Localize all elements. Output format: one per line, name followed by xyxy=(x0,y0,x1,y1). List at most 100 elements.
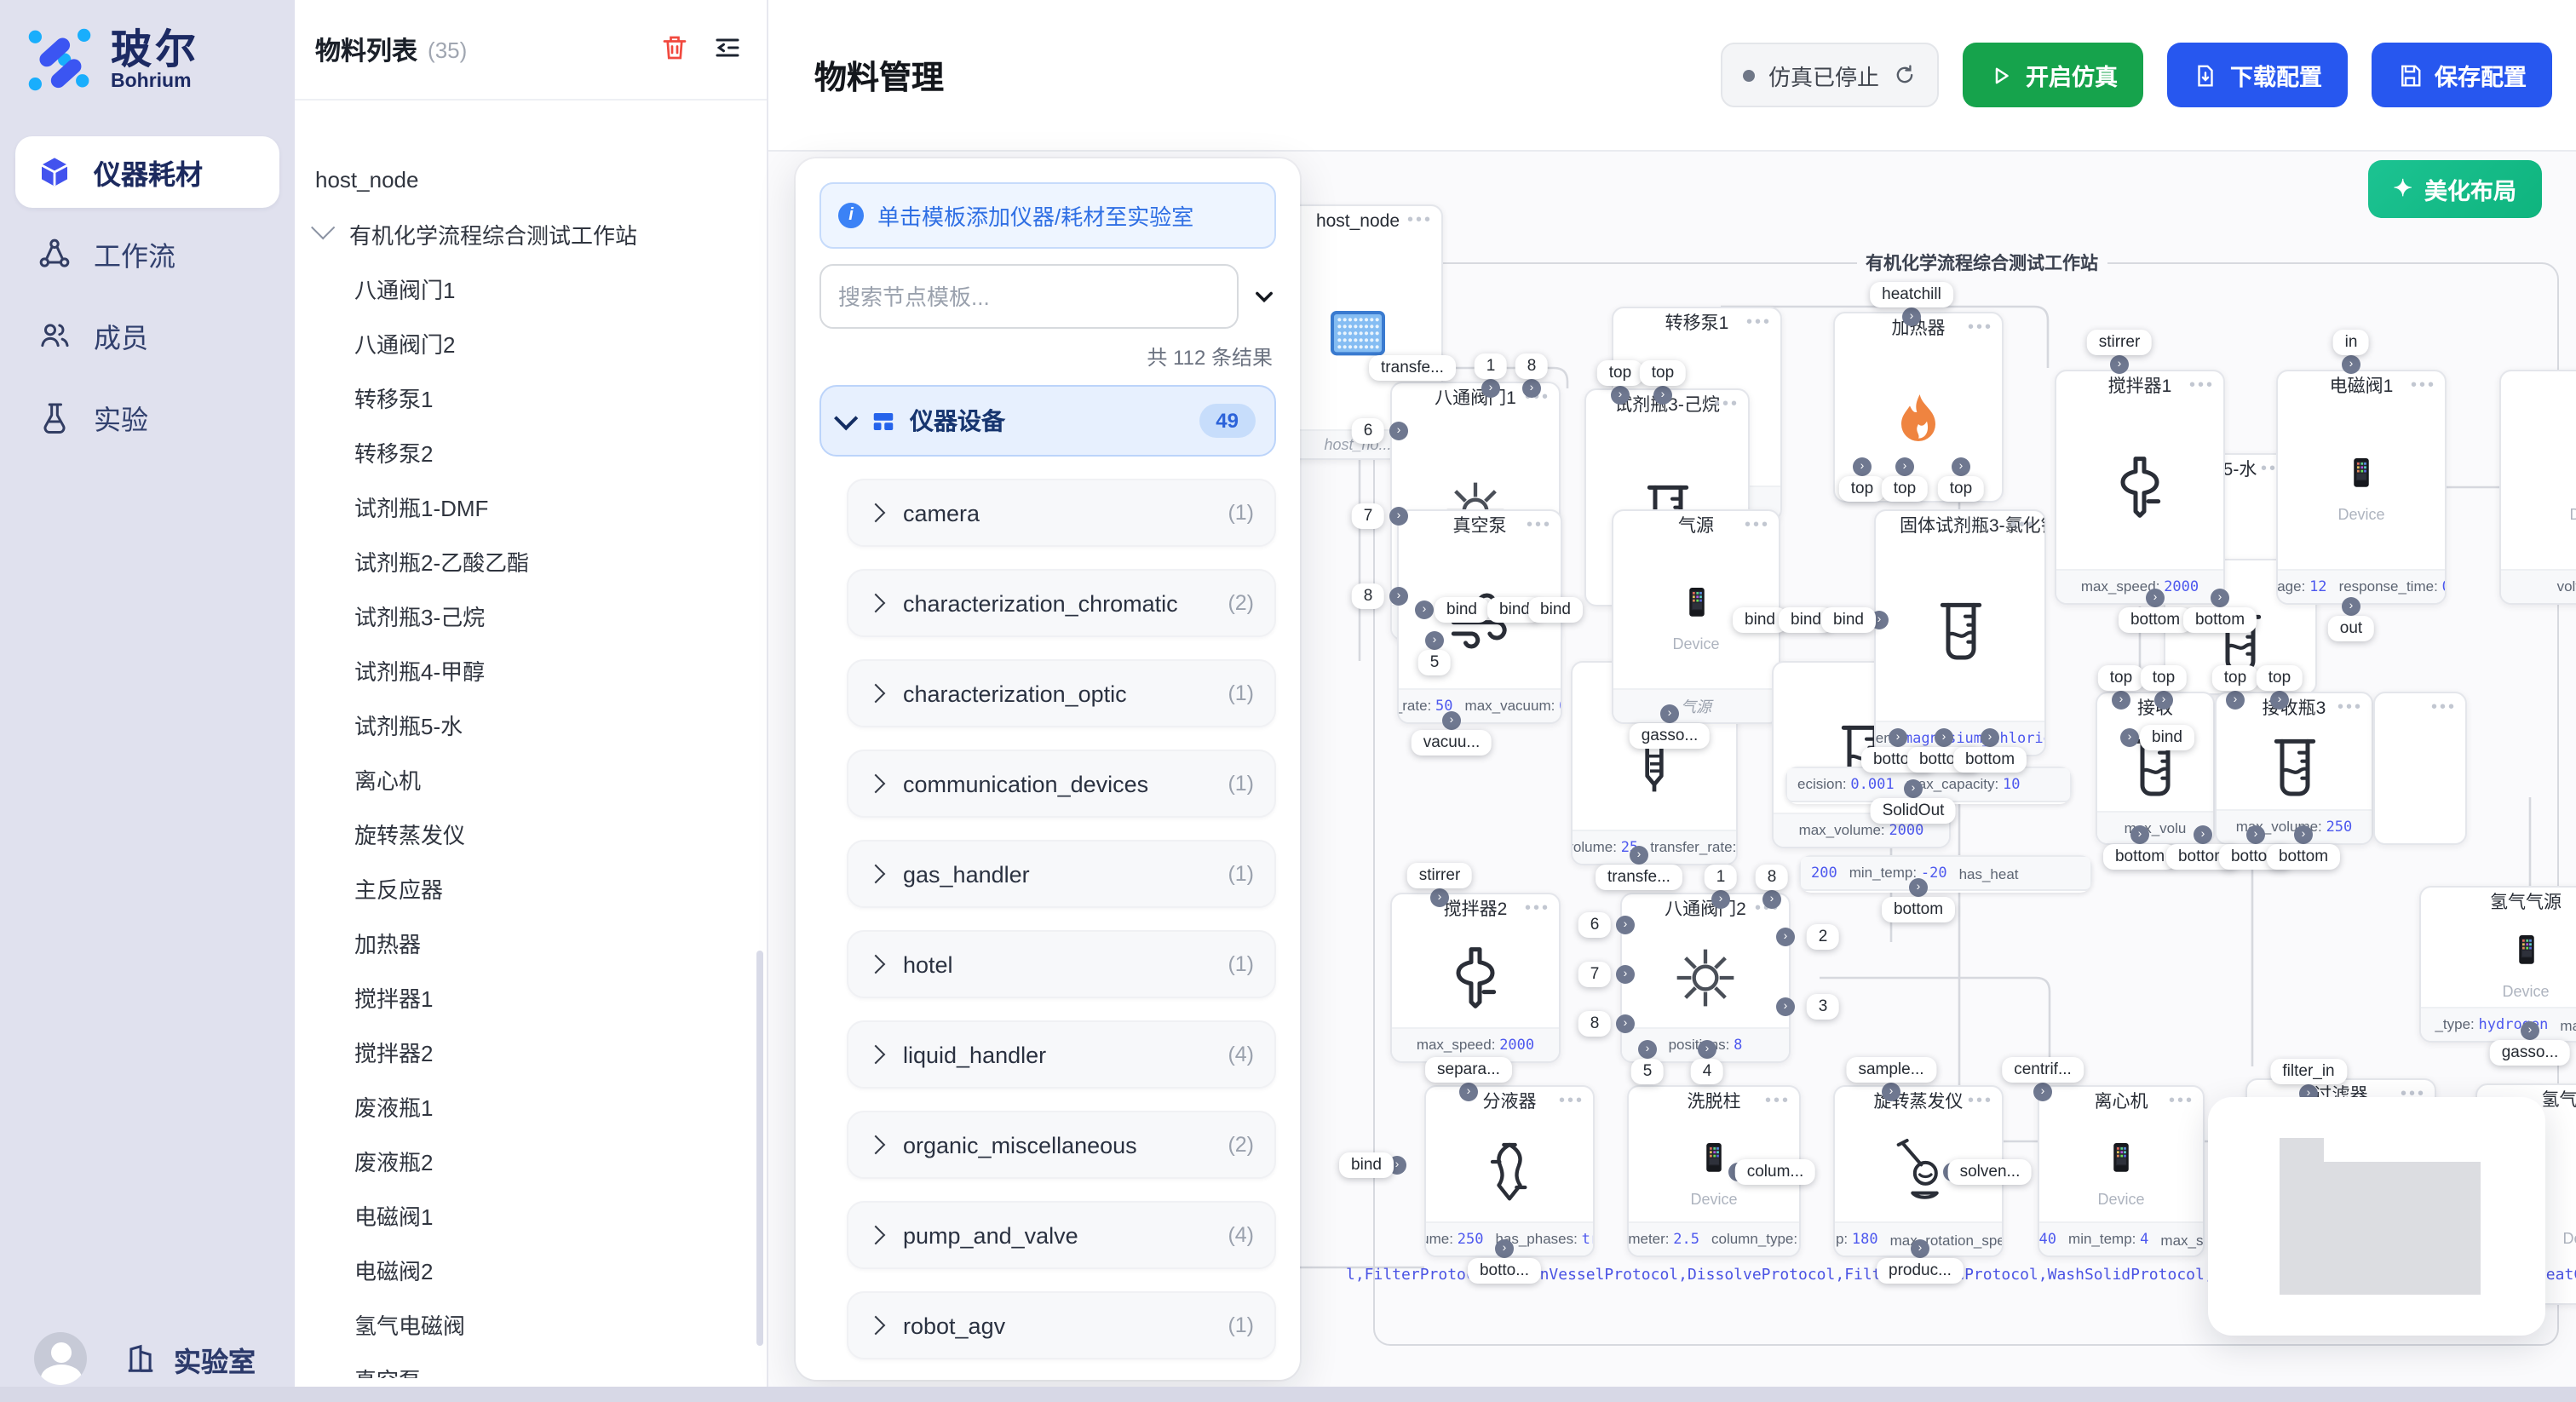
port-dot-icon[interactable]: › xyxy=(1981,728,1999,747)
tree-item[interactable]: 试剂瓶4-甲醇 xyxy=(295,642,767,697)
sidebar-item-experiments[interactable]: 实验 xyxy=(15,382,279,453)
node-menu-icon[interactable]: ••• xyxy=(1765,1087,1791,1118)
port-dot-icon[interactable]: › xyxy=(2120,728,2139,747)
port-pill-gasso...[interactable]: gasso... xyxy=(1630,723,1711,749)
refresh-icon[interactable] xyxy=(1893,63,1917,87)
tree-item[interactable]: 离心机 xyxy=(295,751,767,806)
port-dot-icon[interactable]: › xyxy=(1611,386,1630,405)
sidebar-item-instruments[interactable]: 仪器耗材 xyxy=(15,136,279,208)
port-pill-8[interactable]: 8 xyxy=(1352,583,1385,609)
canvas-node[interactable]: 200min_temp: -20has_heat xyxy=(1799,855,2092,893)
port-dot-icon[interactable]: › xyxy=(1389,422,1408,440)
port-dot-icon[interactable]: › xyxy=(2211,589,2229,607)
canvas-node-接收瓶3[interactable]: 接收瓶3•••max_volume: 250 xyxy=(2215,692,2373,845)
port-dot-icon[interactable]: › xyxy=(1630,846,1648,865)
port-dot-icon[interactable]: › xyxy=(2246,825,2265,844)
node-menu-icon[interactable]: ••• xyxy=(2431,693,2457,724)
port-dot-icon[interactable]: › xyxy=(1911,1239,1929,1258)
port-pill-5[interactable]: 5 xyxy=(1631,1059,1665,1084)
tree-item[interactable]: 废液瓶2 xyxy=(295,1133,767,1187)
port-pill-botto...[interactable]: botto... xyxy=(1468,1258,1541,1284)
port-pill-bottom[interactable]: bottom xyxy=(2267,844,2340,870)
port-dot-icon[interactable]: › xyxy=(1442,711,1461,730)
simulation-status-pill[interactable]: 仿真已停止 xyxy=(1721,43,1939,107)
tree-item[interactable]: 废液瓶1 xyxy=(295,1078,767,1133)
chevron-down-icon[interactable] xyxy=(1252,284,1276,308)
port-dot-icon[interactable]: › xyxy=(1895,457,1914,476)
port-pill-top[interactable]: top xyxy=(2098,665,2144,691)
port-pill-colum...[interactable]: colum... xyxy=(1735,1159,1816,1185)
tree-item[interactable]: host_node xyxy=(295,152,767,206)
canvas-node-分液器[interactable]: 分液器•••volume: 250has_phases: true xyxy=(1424,1085,1595,1257)
horizontal-scrollbar[interactable] xyxy=(0,1387,2576,1402)
save-config-button[interactable]: 保存配置 xyxy=(2372,43,2552,107)
port-dot-icon[interactable]: › xyxy=(2294,825,2313,844)
port-dot-icon[interactable]: › xyxy=(2112,691,2130,710)
port-dot-icon[interactable]: › xyxy=(1495,1239,1514,1258)
port-dot-icon[interactable]: › xyxy=(2226,691,2245,710)
trash-icon[interactable] xyxy=(659,32,693,66)
port-pill-stirrer[interactable]: stirrer xyxy=(2087,330,2153,355)
port-dot-icon[interactable]: › xyxy=(1904,779,1923,798)
canvas-node-电磁阀1[interactable]: 电磁阀1•••Devicevoltage: 12response_time: 0… xyxy=(2276,370,2447,605)
chevron-down-icon[interactable] xyxy=(311,215,335,239)
tree-item[interactable]: 试剂瓶2-乙酸乙酯 xyxy=(295,533,767,588)
canvas-node-固体试剂瓶3-氯化镁[interactable]: 固体试剂瓶3-氯化镁•••agent: magnesium_chloride xyxy=(1874,509,2046,756)
canvas-node-离心机[interactable]: 离心机•••Devicep: 40min_temp: 4max_spe xyxy=(2038,1085,2205,1257)
tree-item[interactable]: 电磁阀1 xyxy=(295,1187,767,1242)
node-menu-icon[interactable]: ••• xyxy=(1968,1087,1993,1118)
port-dot-icon[interactable]: › xyxy=(1389,507,1408,526)
port-dot-icon[interactable]: › xyxy=(1430,888,1449,907)
port-pill-bottom[interactable]: bottom xyxy=(2183,607,2257,633)
port-pill-SolidOut[interactable]: SolidOut xyxy=(1871,798,1957,824)
category-row-characterization_optic[interactable]: characterization_optic(1) xyxy=(847,659,1276,727)
port-pill-top[interactable]: top xyxy=(1882,476,1928,502)
port-pill-top[interactable]: top xyxy=(2141,665,2187,691)
port-dot-icon[interactable]: › xyxy=(1616,1014,1635,1033)
port-pill-6[interactable]: 6 xyxy=(1578,912,1612,938)
port-pill-8[interactable]: 8 xyxy=(1578,1011,1612,1037)
tree-item[interactable]: 主反应器 xyxy=(295,860,767,915)
port-pill-7[interactable]: 7 xyxy=(1352,503,1385,529)
minimap[interactable] xyxy=(2208,1097,2545,1336)
port-pill-top[interactable]: top xyxy=(1640,360,1686,386)
node-menu-icon[interactable]: ••• xyxy=(1407,206,1433,237)
tree-item[interactable]: 加热器 xyxy=(295,915,767,969)
port-dot-icon[interactable]: › xyxy=(2194,825,2212,844)
canvas-node-搅拌器2[interactable]: 搅拌器2•••max_speed: 2000 xyxy=(1390,893,1561,1063)
port-dot-icon[interactable]: › xyxy=(1481,379,1500,398)
port-dot-icon[interactable]: › xyxy=(1952,457,1970,476)
port-pill-bind[interactable]: bind xyxy=(1528,597,1583,623)
tree-item[interactable]: 真空泵 xyxy=(295,1351,767,1378)
port-pill-1[interactable]: 1 xyxy=(1705,865,1738,890)
port-pill-bottom[interactable]: bottom xyxy=(1882,897,1955,922)
port-dot-icon[interactable]: › xyxy=(1776,997,1795,1016)
tree-item[interactable]: 搅拌器1 xyxy=(295,969,767,1024)
port-pill-solven...[interactable]: solven... xyxy=(1948,1159,2033,1185)
port-pill-8[interactable]: 8 xyxy=(1515,353,1549,379)
category-row-pump_and_valve[interactable]: pump_and_valve(4) xyxy=(847,1201,1276,1269)
canvas-node-八通阀门2[interactable]: 八通阀门2•••positions: 8 xyxy=(1620,893,1791,1063)
port-pill-bottom[interactable]: bottom xyxy=(2119,607,2192,633)
port-dot-icon[interactable]: › xyxy=(1776,928,1795,946)
port-dot-icon[interactable]: › xyxy=(1389,587,1408,606)
port-pill-centrif...[interactable]: centrif... xyxy=(2002,1057,2084,1083)
port-dot-icon[interactable]: › xyxy=(2130,825,2149,844)
category-row-organic_miscellaneous[interactable]: organic_miscellaneous(2) xyxy=(847,1111,1276,1179)
port-dot-icon[interactable]: › xyxy=(2110,355,2129,374)
port-pill-heatchill[interactable]: heatchill xyxy=(1870,282,1953,307)
port-dot-icon[interactable]: › xyxy=(1459,1083,1478,1101)
start-simulation-button[interactable]: 开启仿真 xyxy=(1963,43,2143,107)
node-menu-icon[interactable]: ••• xyxy=(1968,313,1993,344)
sidebar-item-members[interactable]: 成员 xyxy=(15,300,279,371)
port-pill-bind[interactable]: bind xyxy=(1339,1152,1394,1178)
port-dot-icon[interactable]: › xyxy=(2521,1021,2539,1040)
port-pill-top[interactable]: top xyxy=(1839,476,1885,502)
node-menu-icon[interactable]: ••• xyxy=(1746,308,1772,339)
lab-label[interactable]: 实验室 xyxy=(174,1338,256,1379)
port-pill-5[interactable]: 5 xyxy=(1418,650,1452,675)
node-menu-icon[interactable]: ••• xyxy=(1714,390,1739,421)
port-dot-icon[interactable]: › xyxy=(1889,728,1907,747)
port-dot-icon[interactable]: › xyxy=(1653,386,1672,405)
port-dot-icon[interactable]: › xyxy=(2342,355,2360,374)
